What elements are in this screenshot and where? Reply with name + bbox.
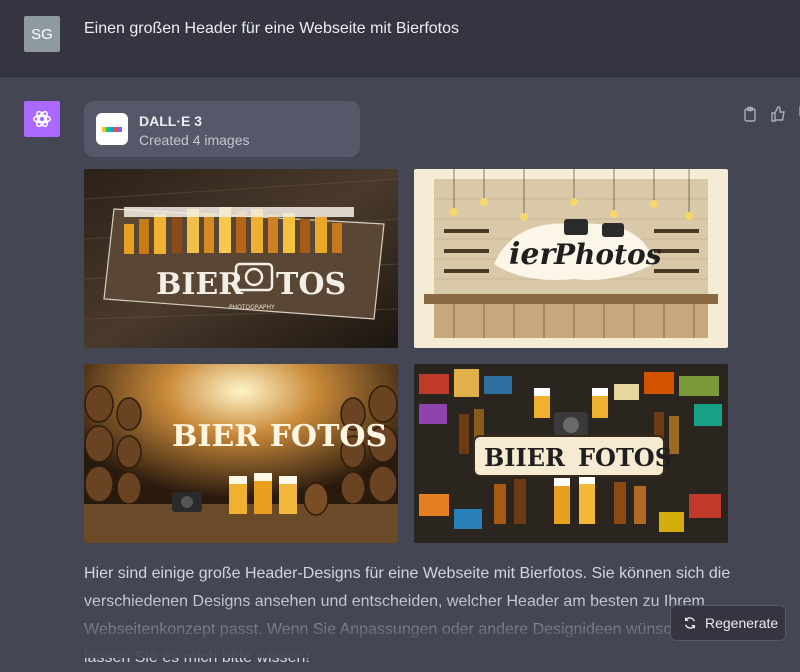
user-message-text: Einen großen Header für eine Webseite mi… — [84, 20, 460, 37]
image-4-title-2: FOTOS — [578, 443, 672, 472]
user-message-row: SG Einen großen Header für eine Webseite… — [0, 0, 800, 77]
image-2-title-2: Photos — [553, 238, 662, 271]
thumbs-up-icon[interactable] — [768, 104, 788, 124]
regenerate-label: Regenerate — [705, 615, 779, 631]
tool-card-subtitle: Created 4 images — [139, 132, 250, 148]
response-line: lassen Sie es mich bitte wissen! — [84, 649, 310, 666]
generated-image-1[interactable]: BIER TOS PHOTOGRAPHY — [84, 169, 398, 348]
dalle-logo-icon — [96, 113, 128, 145]
generated-image-3[interactable]: BIER FOTOS — [84, 364, 398, 543]
tool-card-title: DALL·E 3 — [139, 113, 202, 129]
refresh-icon — [684, 617, 696, 629]
image-1-title: BIER — [156, 267, 244, 302]
response-line: Hier sind einige große Header-Designs fü… — [84, 565, 731, 582]
assistant-avatar — [24, 101, 60, 137]
image-4-title: BIIER — [484, 443, 566, 472]
generated-image-2[interactable]: ier Photos — [414, 169, 728, 348]
generated-image-4[interactable]: BIIER FOTOS — [414, 364, 728, 543]
image-1-title-2: TOS — [276, 267, 346, 302]
message-actions — [740, 104, 800, 124]
image-1-caption: PHOTOGRAPHY — [229, 304, 275, 311]
regenerate-button[interactable]: Regenerate — [670, 605, 786, 641]
user-avatar: SG — [24, 16, 60, 52]
dalle-tool-card[interactable]: DALL·E 3 Created 4 images — [84, 101, 360, 157]
image-3-title: BIER FOTOS — [172, 419, 387, 454]
clipboard-icon[interactable] — [740, 104, 760, 124]
image-2-title: ier — [509, 237, 557, 272]
openai-logo-icon — [33, 110, 51, 128]
thumbs-down-icon[interactable] — [796, 104, 800, 124]
